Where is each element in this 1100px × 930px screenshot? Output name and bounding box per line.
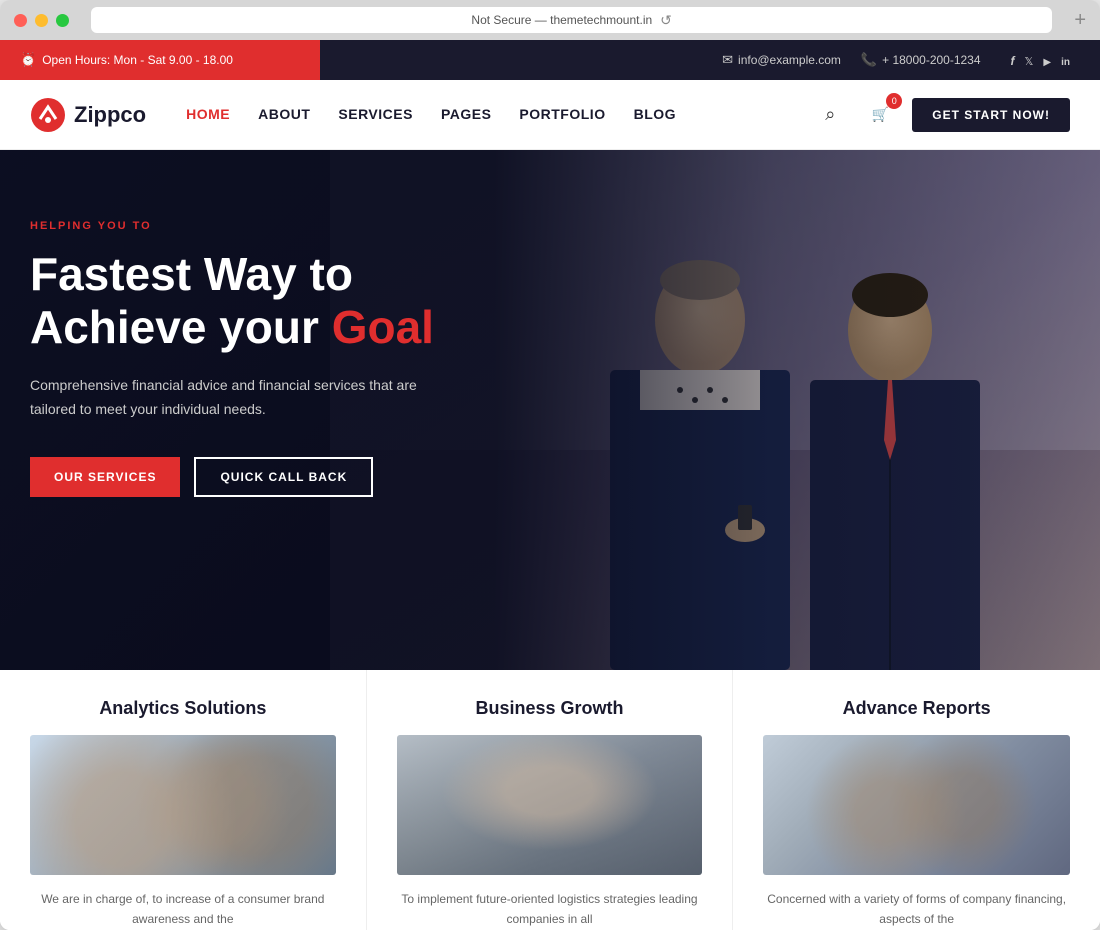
top-bar-left: Open Hours: Mon - Sat 9.00 - 18.00 bbox=[0, 40, 320, 80]
facebook-icon[interactable] bbox=[1011, 53, 1015, 68]
hero-title-part2: Achieve your bbox=[30, 301, 332, 353]
reload-icon[interactable]: ↺ bbox=[660, 12, 672, 29]
service-image-analytics bbox=[30, 735, 336, 875]
service-image-growth bbox=[397, 735, 703, 875]
service-card-growth: Business Growth To implement future-orie… bbox=[367, 670, 734, 930]
service-card-reports: Advance Reports Concerned with a variety… bbox=[733, 670, 1100, 930]
maximize-dot[interactable] bbox=[56, 14, 69, 27]
cart-button[interactable]: 0 bbox=[862, 97, 898, 133]
hero-title-part1: Fastest Way to bbox=[30, 248, 353, 300]
open-hours-text: Open Hours: Mon - Sat 9.00 - 18.00 bbox=[42, 53, 233, 67]
nav-links: HOME ABOUT SERVICES PAGES PORTFOLIO BLOG bbox=[186, 106, 812, 124]
top-bar-right: info@example.com + 18000-200-1234 bbox=[320, 40, 1100, 80]
service-desc-reports: Concerned with a variety of forms of com… bbox=[763, 889, 1070, 930]
email-text: info@example.com bbox=[738, 53, 841, 67]
service-desc-analytics: We are in charge of, to increase of a co… bbox=[30, 889, 336, 930]
hero-content: HELPING YOU TO Fastest Way to Achieve yo… bbox=[0, 150, 560, 497]
nav-portfolio-link[interactable]: PORTFOLIO bbox=[519, 106, 605, 122]
main-nav: Zippco HOME ABOUT SERVICES PAGES PORTFOL… bbox=[0, 80, 1100, 150]
logo-link[interactable]: Zippco bbox=[30, 97, 146, 133]
close-dot[interactable] bbox=[14, 14, 27, 27]
services-strip: Analytics Solutions We are in charge of,… bbox=[0, 670, 1100, 930]
service-desc-growth: To implement future-oriented logistics s… bbox=[397, 889, 703, 930]
service-image-reports bbox=[763, 735, 1070, 875]
cart-icon bbox=[872, 106, 889, 124]
address-text: Not Secure — themetechmount.in bbox=[471, 13, 652, 27]
hero-description: Comprehensive financial advice and finan… bbox=[30, 374, 450, 422]
hero-buttons: OUR SERVICES QUICK CALL BACK bbox=[30, 457, 530, 497]
social-icons bbox=[1011, 53, 1070, 68]
phone-text: + 18000-200-1234 bbox=[882, 53, 980, 67]
nav-pages-link[interactable]: PAGES bbox=[441, 106, 491, 122]
nav-about-link[interactable]: ABOUT bbox=[258, 106, 310, 122]
quick-callback-button[interactable]: QUICK CALL BACK bbox=[194, 457, 373, 497]
minimize-dot[interactable] bbox=[35, 14, 48, 27]
search-button[interactable] bbox=[812, 97, 848, 133]
hero-section: HELPING YOU TO Fastest Way to Achieve yo… bbox=[0, 150, 1100, 670]
new-tab-button[interactable]: + bbox=[1074, 10, 1086, 30]
nav-home[interactable]: HOME bbox=[186, 106, 230, 124]
nav-actions: 0 GET START NOW! bbox=[812, 97, 1070, 133]
hero-title: Fastest Way to Achieve your Goal bbox=[30, 248, 530, 354]
hero-subtitle: HELPING YOU TO bbox=[30, 220, 530, 232]
get-start-button[interactable]: GET START NOW! bbox=[912, 98, 1070, 132]
browser-window: Not Secure — themetechmount.in ↺ + Open … bbox=[0, 0, 1100, 930]
nav-home-link[interactable]: HOME bbox=[186, 106, 230, 122]
service-title-analytics: Analytics Solutions bbox=[30, 698, 336, 719]
browser-titlebar: Not Secure — themetechmount.in ↺ + bbox=[0, 0, 1100, 40]
mail-icon bbox=[722, 52, 733, 68]
search-icon bbox=[825, 104, 835, 125]
nav-blog-link[interactable]: BLOG bbox=[634, 106, 676, 122]
clock-icon bbox=[20, 52, 36, 68]
service-card-analytics: Analytics Solutions We are in charge of,… bbox=[0, 670, 367, 930]
site-wrapper: Open Hours: Mon - Sat 9.00 - 18.00 info@… bbox=[0, 40, 1100, 930]
nav-blog[interactable]: BLOG bbox=[634, 106, 676, 124]
logo-text: Zippco bbox=[74, 102, 146, 128]
email-contact: info@example.com bbox=[722, 52, 841, 68]
nav-services-link[interactable]: SERVICES bbox=[338, 106, 413, 122]
nav-about[interactable]: ABOUT bbox=[258, 106, 310, 124]
youtube-icon[interactable] bbox=[1043, 53, 1051, 68]
nav-portfolio[interactable]: PORTFOLIO bbox=[519, 106, 605, 124]
phone-icon bbox=[861, 52, 877, 68]
top-bar: Open Hours: Mon - Sat 9.00 - 18.00 info@… bbox=[0, 40, 1100, 80]
nav-pages[interactable]: PAGES bbox=[441, 106, 491, 124]
logo-icon bbox=[30, 97, 66, 133]
twitter-icon[interactable] bbox=[1025, 53, 1034, 68]
hero-title-highlight: Goal bbox=[332, 301, 434, 353]
linkedin-icon[interactable] bbox=[1061, 53, 1070, 68]
phone-contact: + 18000-200-1234 bbox=[861, 52, 981, 68]
service-title-growth: Business Growth bbox=[397, 698, 703, 719]
our-services-button[interactable]: OUR SERVICES bbox=[30, 457, 180, 497]
cart-badge: 0 bbox=[886, 93, 902, 109]
address-bar[interactable]: Not Secure — themetechmount.in ↺ bbox=[91, 7, 1052, 33]
nav-services[interactable]: SERVICES bbox=[338, 106, 413, 124]
service-title-reports: Advance Reports bbox=[763, 698, 1070, 719]
